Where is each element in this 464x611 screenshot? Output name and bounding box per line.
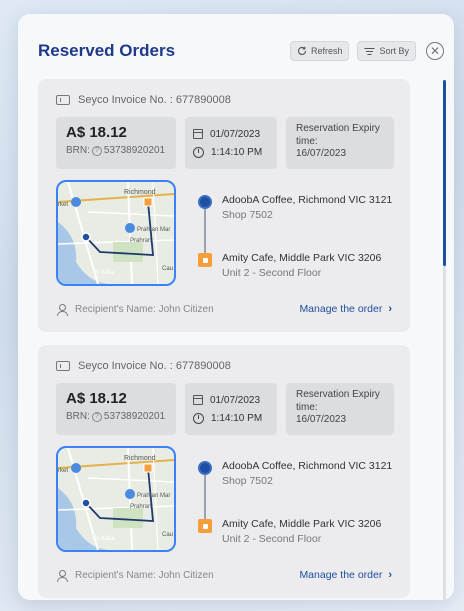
reserved-orders-panel: Reserved Orders Refresh Sort By ✕ Seyco … [18,14,454,600]
invoice-row: Seyco Invoice No. : 677890008 [56,360,231,372]
expiry-label: Reservation Expiry time: [296,123,380,147]
help-icon[interactable]: ? [91,145,102,156]
pickup-sub: Shop 7502 [222,209,273,222]
chevron-right-icon: › [388,569,392,581]
close-icon[interactable]: ✕ [426,42,444,60]
route-details: AdoobA Coffee, Richmond VIC 3121 Shop 75… [198,459,398,547]
price: A$ 18.12 [66,124,127,141]
map-label: Prahran Mar [137,227,170,233]
order-time: 1:14:10 PM [211,412,263,424]
route-map[interactable]: Richmond Prahran Mar Prahran St Kilda Ca… [56,180,176,286]
manage-order-label: Manage the order [299,569,383,581]
scrollbar[interactable] [443,80,446,600]
person-icon [56,569,68,582]
dropoff-sub: Unit 2 - Second Floor [222,267,322,280]
brn-value: 53738920201 [103,411,166,422]
pickup-stop: AdoobA Coffee, Richmond VIC 3121 Shop 75… [222,459,392,489]
refresh-label: Refresh [310,46,343,56]
recipient-name: Recipient's Name: John Citizen [75,303,214,315]
calendar-icon [193,395,203,405]
dropoff-sub: Unit 2 - Second Floor [222,533,322,546]
map-label: St Kilda [94,536,115,542]
scrollbar-thumb[interactable] [443,80,446,266]
expiry-date: 16/07/2023 [296,148,347,159]
datetime-box: 01/07/2023 1:14:10 PM [185,383,277,435]
invoice-number: Seyco Invoice No. : 677890008 [78,360,231,372]
clock-icon [193,146,204,158]
brn-label: BRN: [66,411,90,422]
brn-row: BRN: ? 53738920201 [66,411,166,422]
ticket-icon [56,361,70,371]
route-line [204,475,206,519]
card-footer: Recipient's Name: John Citizen Manage th… [56,569,392,582]
sort-label: Sort By [379,46,409,56]
pickup-marker-icon [198,195,212,209]
map-graphic: Richmond Prahran Mar Prahran St Kilda Ca… [58,448,174,550]
map-label: Prahran [130,504,151,510]
route-map[interactable]: Richmond Prahran Mar Prahran St Kilda Ca… [56,446,176,552]
clock-icon [193,412,204,424]
expiry-label: Reservation Expiry time: [296,389,380,413]
map-label: rket [58,468,68,474]
map-label: Prahran Mar [137,493,170,499]
order-card: Seyco Invoice No. : 677890008 A$ 18.12 B… [38,345,410,598]
dropoff-marker-icon [198,253,212,267]
manage-order-link[interactable]: Manage the order › [299,569,392,581]
invoice-row: Seyco Invoice No. : 677890008 [56,94,231,106]
pickup-stop: AdoobA Coffee, Richmond VIC 3121 Shop 75… [222,193,392,223]
dropoff-address: Amity Cafe, Middle Park VIC 3206 [222,518,382,530]
person-icon [56,303,68,316]
expiry-date: 16/07/2023 [296,414,347,425]
route-line [204,209,206,253]
price: A$ 18.12 [66,390,127,407]
order-date: 01/07/2023 [210,394,261,406]
expiry-box: Reservation Expiry time: 16/07/2023 [286,117,394,169]
datetime-box: 01/07/2023 1:14:10 PM [185,117,277,169]
map-label: rket [58,202,68,208]
recipient-name: Recipient's Name: John Citizen [75,569,214,581]
map-label: Prahran [130,238,151,244]
pickup-address: AdoobA Coffee, Richmond VIC 3121 [222,194,393,206]
order-card: Seyco Invoice No. : 677890008 A$ 18.12 B… [38,79,410,332]
map-label: Richmond [124,455,156,462]
refresh-icon [297,46,307,55]
expiry-box: Reservation Expiry time: 16/07/2023 [286,383,394,435]
pickup-address: AdoobA Coffee, Richmond VIC 3121 [222,460,393,472]
order-time: 1:14:10 PM [211,146,263,158]
sort-button[interactable]: Sort By [357,41,416,61]
chevron-right-icon: › [388,303,392,315]
map-label: Richmond [124,189,156,196]
brn-row: BRN: ? 53738920201 [66,145,166,156]
ticket-icon [56,95,70,105]
order-date: 01/07/2023 [210,128,261,140]
page-title: Reserved Orders [38,41,176,60]
dropoff-stop: Amity Cafe, Middle Park VIC 3206 Unit 2 … [222,251,381,281]
card-footer: Recipient's Name: John Citizen Manage th… [56,303,392,316]
dropoff-stop: Amity Cafe, Middle Park VIC 3206 Unit 2 … [222,517,381,547]
price-box: A$ 18.12 BRN: ? 53738920201 [56,383,176,435]
sort-icon [364,47,375,55]
dropoff-address: Amity Cafe, Middle Park VIC 3206 [222,252,382,264]
refresh-button[interactable]: Refresh [289,41,350,61]
map-label: St Kilda [94,270,115,276]
help-icon[interactable]: ? [91,411,102,422]
map-label: Cau [162,532,173,538]
pickup-sub: Shop 7502 [222,475,273,488]
map-label: Cau [162,266,173,272]
header: Reserved Orders Refresh Sort By ✕ [38,38,444,64]
invoice-number: Seyco Invoice No. : 677890008 [78,94,231,106]
route-details: AdoobA Coffee, Richmond VIC 3121 Shop 75… [198,193,398,281]
price-box: A$ 18.12 BRN: ? 53738920201 [56,117,176,169]
map-graphic: Richmond Prahran Mar Prahran St Kilda Ca… [58,182,174,284]
dropoff-marker-icon [198,519,212,533]
manage-order-link[interactable]: Manage the order › [299,303,392,315]
brn-label: BRN: [66,145,90,156]
brn-value: 53738920201 [103,145,166,156]
manage-order-label: Manage the order [299,303,383,315]
calendar-icon [193,129,203,139]
pickup-marker-icon [198,461,212,475]
